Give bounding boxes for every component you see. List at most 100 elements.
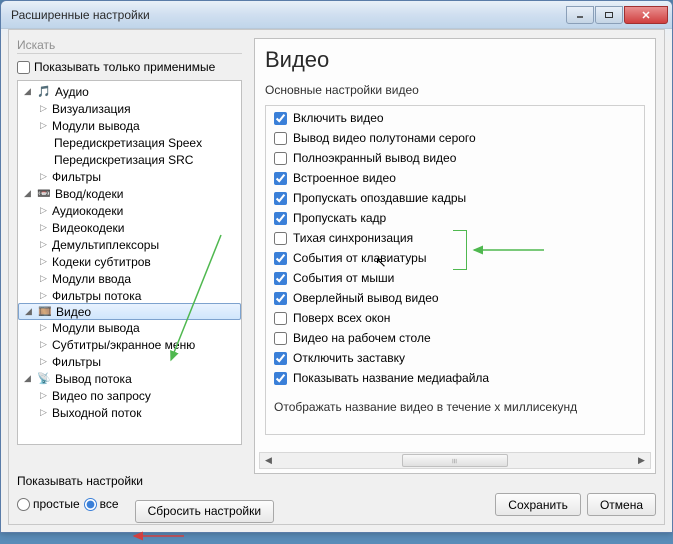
show-applicable-row: Показывать только применимые	[17, 60, 242, 74]
radio-simple-input[interactable]	[17, 498, 30, 511]
content-area: Искать Показывать только применимые 🎵Ауд…	[8, 29, 665, 525]
show-settings-label: Показывать настройки	[17, 474, 143, 488]
opt-no-splash: Отключить заставку	[266, 348, 644, 368]
right-panel: Видео Основные настройки видео Включить …	[254, 38, 656, 474]
radio-all[interactable]: все	[84, 497, 119, 511]
expand-icon[interactable]	[38, 273, 49, 284]
tree-input-demux[interactable]: Демультиплексоры	[18, 236, 241, 253]
page-title: Видео	[265, 47, 645, 73]
opt-on-top: Поверх всех окон	[266, 308, 644, 328]
expand-icon[interactable]	[23, 306, 34, 317]
tree-input-modules[interactable]: Модули ввода	[18, 270, 241, 287]
opt-quiet-sync-checkbox[interactable]	[274, 232, 287, 245]
tree-input-streamfilters[interactable]: Фильтры потока	[18, 287, 241, 304]
radio-simple[interactable]: простые	[17, 497, 80, 511]
audio-icon: 🎵	[36, 85, 52, 99]
expand-icon[interactable]	[38, 356, 49, 367]
cancel-button[interactable]: Отмена	[587, 493, 656, 516]
tree-audio-viz[interactable]: Визуализация	[18, 100, 241, 117]
tree-input-audiocodecs[interactable]: Аудиокодеки	[18, 202, 241, 219]
tree-audio-filters[interactable]: Фильтры	[18, 168, 241, 185]
opt-drop-late: Пропускать опоздавшие кадры	[266, 188, 644, 208]
bottom-bar: Показывать настройки простые все Сбросит…	[17, 478, 656, 516]
tree-video-filters[interactable]: Фильтры	[18, 353, 241, 370]
streamout-icon: 📡	[36, 372, 52, 386]
tree-streamout[interactable]: 📡Вывод потока	[18, 370, 241, 387]
maximize-icon	[604, 11, 614, 19]
expand-icon[interactable]	[38, 390, 49, 401]
expand-icon[interactable]	[38, 120, 49, 131]
opt-keyboard-events-checkbox[interactable]	[274, 252, 287, 265]
opt-keyboard-events: События от клавиатуры	[266, 248, 644, 268]
titlebar[interactable]: Расширенные настройки	[1, 1, 672, 29]
tree-input-subcodecs[interactable]: Кодеки субтитров	[18, 253, 241, 270]
expand-icon[interactable]	[38, 290, 49, 301]
scroll-thumb[interactable]	[402, 454, 509, 467]
maximize-button[interactable]	[595, 6, 623, 24]
tree-video[interactable]: 🎞️Видео	[18, 303, 241, 320]
opt-overlay: Оверлейный вывод видео	[266, 288, 644, 308]
expand-icon[interactable]	[38, 205, 49, 216]
category-tree[interactable]: 🎵Аудио Визуализация Модули вывода Переди…	[17, 80, 242, 445]
scroll-track[interactable]	[277, 453, 633, 468]
show-applicable-checkbox[interactable]	[17, 61, 30, 74]
tree-audio-speex[interactable]: Передискретизация Speex	[18, 134, 241, 151]
scroll-right-icon[interactable]: ▶	[633, 453, 650, 468]
expand-icon[interactable]	[38, 407, 49, 418]
tree-input[interactable]: 📼Ввод/кодеки	[18, 185, 241, 202]
expand-icon[interactable]	[38, 256, 49, 267]
options-box: Включить видео Вывод видео полутонами се…	[265, 105, 645, 435]
tree-video-subtitles[interactable]: Субтитры/экранное меню	[18, 336, 241, 353]
horizontal-scrollbar[interactable]: ◀ ▶	[259, 452, 651, 469]
section-label: Основные настройки видео	[265, 83, 645, 97]
video-icon: 🎞️	[37, 305, 53, 319]
opt-grayscale-checkbox[interactable]	[274, 132, 287, 145]
radio-all-input[interactable]	[84, 498, 97, 511]
opt-embedded: Встроенное видео	[266, 168, 644, 188]
opt-enable-video: Включить видео	[266, 108, 644, 128]
expand-icon[interactable]	[38, 103, 49, 114]
title-duration-label: Отображать название видео в течение x ми…	[266, 394, 644, 414]
expand-icon[interactable]	[38, 322, 49, 333]
tree-video-out[interactable]: Модули вывода	[18, 319, 241, 336]
opt-mouse-events-checkbox[interactable]	[274, 272, 287, 285]
opt-show-title-checkbox[interactable]	[274, 372, 287, 385]
reset-button[interactable]: Сбросить настройки	[135, 500, 274, 523]
close-button[interactable]	[624, 6, 668, 24]
expand-icon[interactable]	[22, 188, 33, 199]
opt-overlay-checkbox[interactable]	[274, 292, 287, 305]
expand-icon[interactable]	[38, 222, 49, 233]
save-button[interactable]: Сохранить	[495, 493, 581, 516]
opt-skip-frames-checkbox[interactable]	[274, 212, 287, 225]
tree-audio-out[interactable]: Модули вывода	[18, 117, 241, 134]
minimize-button[interactable]	[566, 6, 594, 24]
tree-audio[interactable]: 🎵Аудио	[18, 83, 241, 100]
opt-no-splash-checkbox[interactable]	[274, 352, 287, 365]
tree-out-stream[interactable]: Выходной поток	[18, 404, 241, 421]
opt-fullscreen-checkbox[interactable]	[274, 152, 287, 165]
opt-drop-late-checkbox[interactable]	[274, 192, 287, 205]
codec-icon: 📼	[36, 187, 52, 201]
window-buttons	[566, 6, 668, 24]
opt-mouse-events: События от мыши	[266, 268, 644, 288]
opt-on-top-checkbox[interactable]	[274, 312, 287, 325]
tree-input-videocodecs[interactable]: Видеокодеки	[18, 219, 241, 236]
search-label[interactable]: Искать	[17, 38, 242, 54]
opt-embedded-checkbox[interactable]	[274, 172, 287, 185]
scroll-left-icon[interactable]: ◀	[260, 453, 277, 468]
show-applicable-label: Показывать только применимые	[34, 60, 215, 74]
expand-icon[interactable]	[22, 86, 33, 97]
settings-mode-group: простые все Сбросить настройки	[17, 486, 274, 523]
opt-enable-video-checkbox[interactable]	[274, 112, 287, 125]
close-icon	[641, 11, 651, 19]
tree-audio-src[interactable]: Передискретизация SRC	[18, 151, 241, 168]
tree-out-vod[interactable]: Видео по запросу	[18, 387, 241, 404]
expand-icon[interactable]	[38, 171, 49, 182]
opt-wallpaper-checkbox[interactable]	[274, 332, 287, 345]
opt-grayscale: Вывод видео полутонами серого	[266, 128, 644, 148]
tutorial-arrow-red-icon	[129, 528, 189, 544]
expand-icon[interactable]	[38, 339, 49, 350]
minimize-icon	[575, 11, 585, 19]
expand-icon[interactable]	[22, 373, 33, 384]
expand-icon[interactable]	[38, 239, 49, 250]
